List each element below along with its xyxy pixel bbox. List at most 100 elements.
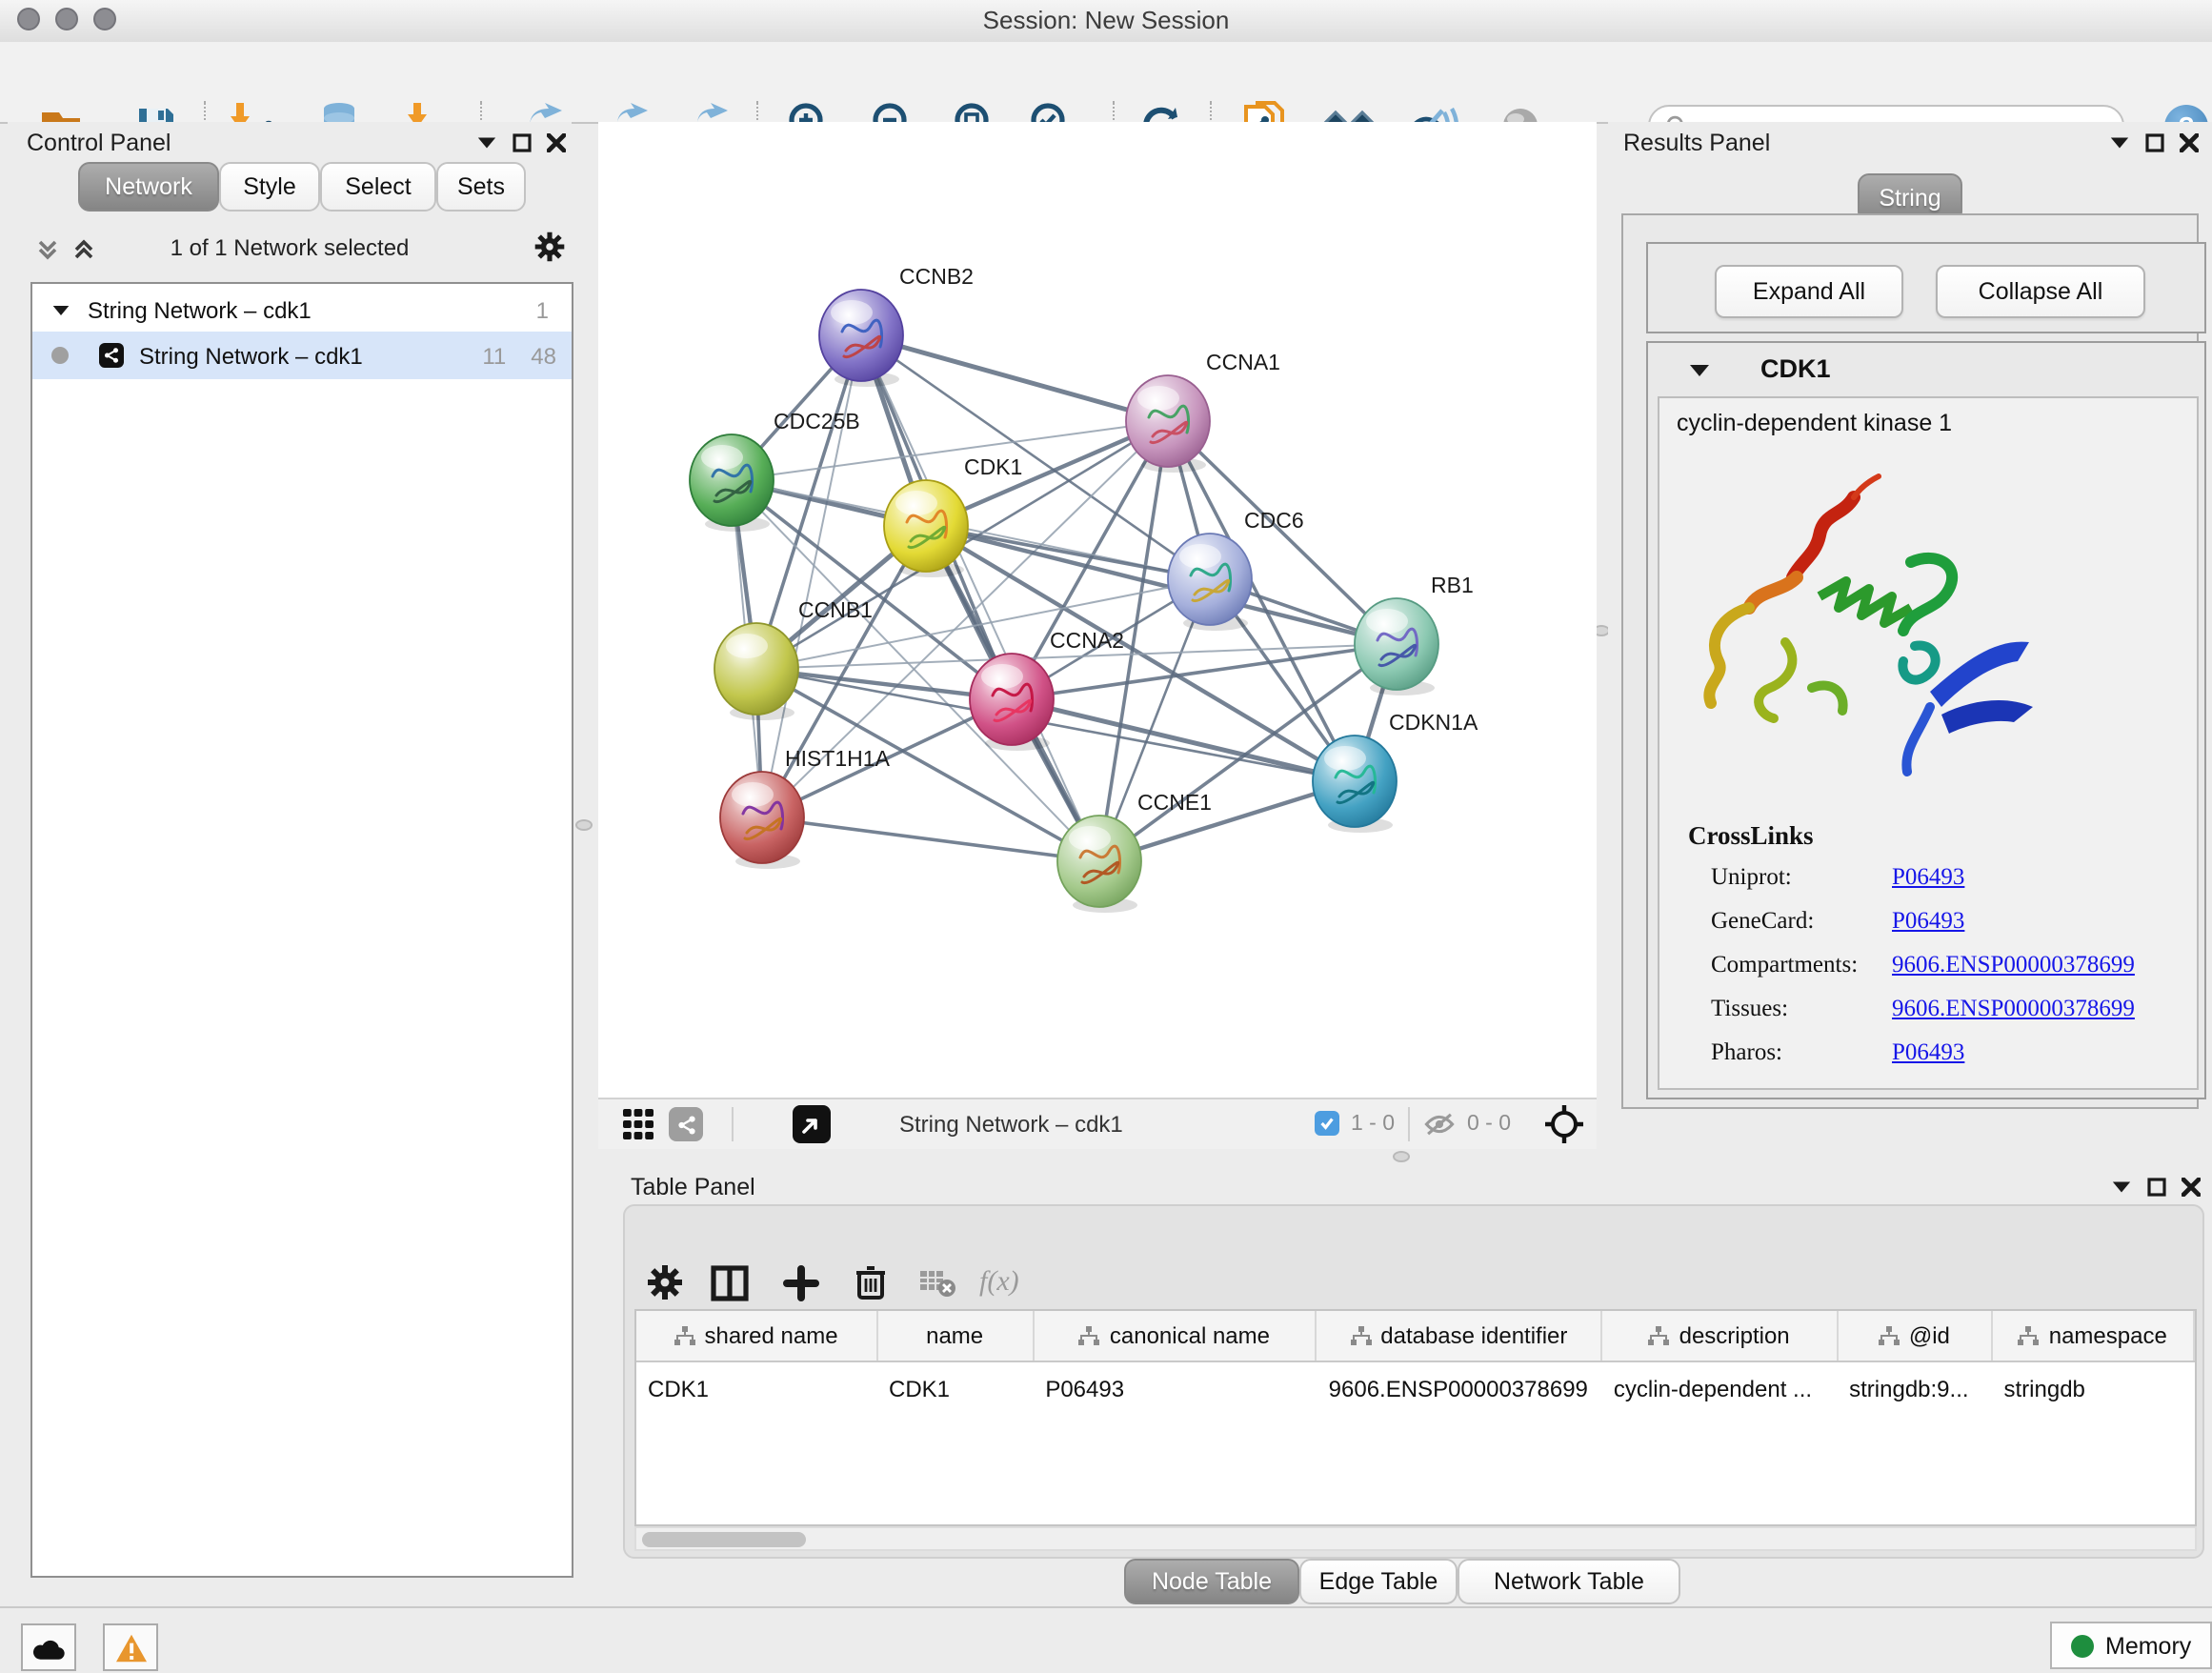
network-canvas[interactable]: CCNB2CCNA1CDC25BCDK1CDC6RB1CCNB1CCNA2CDK…: [598, 122, 1597, 1098]
tab-select[interactable]: Select: [320, 162, 436, 212]
column-type-icon: [1350, 1326, 1371, 1345]
footer-divider: [732, 1107, 734, 1141]
network-node-CCNB2[interactable]: [819, 290, 903, 387]
crosslink-label: Pharos:: [1711, 1038, 1892, 1067]
table-cell[interactable]: 9606.ENSP00000378699: [1317, 1362, 1602, 1414]
crosslinks-title: CrossLinks: [1688, 821, 1814, 852]
column-header-namespace[interactable]: namespace: [1993, 1311, 2195, 1361]
delete-column-icon[interactable]: [854, 1263, 888, 1301]
network-edge-CCNB2-CCNA1[interactable]: [861, 335, 1168, 421]
crosslink-value-link[interactable]: 9606.ENSP00000378699: [1892, 951, 2135, 979]
tab-node-table[interactable]: Node Table: [1124, 1559, 1299, 1604]
network-node-HIST1H1A[interactable]: [720, 772, 804, 869]
card-expander-icon[interactable]: [1688, 362, 1711, 379]
fit-selected-crosshair-icon[interactable]: [1543, 1103, 1585, 1145]
tree-expander-icon[interactable]: [51, 302, 70, 317]
birdseye-view-icon[interactable]: [793, 1105, 831, 1143]
network-node-CCNA1[interactable]: [1126, 375, 1210, 473]
network-node-CDC6[interactable]: [1168, 534, 1252, 631]
crosslink-row-genecard: GeneCard:P06493: [1711, 899, 2187, 943]
grid-view-icon[interactable]: [621, 1107, 655, 1141]
show-columns-icon[interactable]: [711, 1264, 749, 1300]
column-type-icon: [1879, 1326, 1900, 1345]
close-panel-icon[interactable]: [2180, 133, 2199, 152]
application-window: Session: New Session: [0, 0, 2212, 1671]
expand-collapse-bar: Expand All Collapse All: [1646, 242, 2206, 333]
panel-menu-icon[interactable]: [2109, 135, 2130, 151]
tab-edge-table[interactable]: Edge Table: [1299, 1559, 1458, 1604]
network-node-CDKN1A[interactable]: [1313, 736, 1397, 833]
node-label-CDC25B: CDC25B: [774, 409, 860, 433]
column-header--id[interactable]: @id: [1838, 1311, 1992, 1361]
network-collection-row[interactable]: String Network – cdk1 1: [32, 284, 572, 332]
selected-checkbox-icon[interactable]: [1315, 1111, 1339, 1136]
close-panel-icon[interactable]: [2182, 1178, 2201, 1197]
tab-network-table[interactable]: Network Table: [1458, 1559, 1680, 1604]
crosslink-value-link[interactable]: P06493: [1892, 1038, 1964, 1067]
node-label-CCNB1: CCNB1: [798, 597, 873, 622]
tab-sets[interactable]: Sets: [436, 162, 526, 212]
network-node-CCNE1[interactable]: [1057, 816, 1141, 913]
delete-table-icon[interactable]: [918, 1267, 956, 1298]
crosslink-value-link[interactable]: 9606.ENSP00000378699: [1892, 995, 2135, 1023]
network-node-CDC25B[interactable]: [690, 434, 774, 532]
table-options-gear-icon[interactable]: [646, 1263, 684, 1301]
add-column-icon[interactable]: [783, 1264, 819, 1300]
network-edge-HIST1H1A-CCNE1[interactable]: [762, 817, 1099, 861]
table-row[interactable]: CDK1CDK1P064939606.ENSP00000378699cyclin…: [636, 1362, 2195, 1414]
table-cell[interactable]: CDK1: [877, 1362, 1034, 1414]
table-cell[interactable]: P06493: [1034, 1362, 1317, 1414]
network-thumbnail-icon[interactable]: [669, 1107, 703, 1141]
table-horizontal-scrollbar[interactable]: [634, 1526, 2197, 1551]
cloud-status-button[interactable]: [21, 1623, 76, 1671]
memory-button[interactable]: Memory: [2050, 1622, 2212, 1669]
network-row[interactable]: String Network – cdk1 11 48: [32, 332, 572, 379]
crosslink-label: Uniprot:: [1711, 863, 1892, 892]
panel-menu-icon[interactable]: [2111, 1179, 2132, 1195]
network-node-RB1[interactable]: [1355, 598, 1438, 695]
float-panel-icon[interactable]: [2147, 1178, 2166, 1197]
column-header-shared-name[interactable]: shared name: [636, 1311, 877, 1361]
network-edge-CDK1-RB1[interactable]: [926, 526, 1397, 644]
float-panel-icon[interactable]: [2145, 133, 2164, 152]
network-edge-CCNB2-CCNE1[interactable]: [861, 335, 1099, 861]
crosslink-label: GeneCard:: [1711, 907, 1892, 936]
column-header-canonical-name[interactable]: canonical name: [1034, 1311, 1317, 1361]
table-cell[interactable]: CDK1: [636, 1362, 877, 1414]
warnings-button[interactable]: [103, 1623, 158, 1671]
panel-menu-icon[interactable]: [476, 135, 497, 151]
left-splitter-handle[interactable]: [575, 819, 593, 831]
window-title: Session: New Session: [0, 6, 2212, 34]
network-options-gear-icon[interactable]: [533, 231, 566, 263]
crosslink-label: Compartments:: [1711, 951, 1892, 979]
node-label-CCNE1: CCNE1: [1137, 790, 1212, 815]
node-result-card: CDK1 cyclin-dependent kinase 1: [1646, 341, 2206, 1099]
column-header-name[interactable]: name: [877, 1311, 1034, 1361]
table-cell[interactable]: cyclin-dependent ...: [1602, 1362, 1838, 1414]
table-cell[interactable]: stringdb:9...: [1838, 1362, 1992, 1414]
bottom-splitter-handle[interactable]: [1393, 1151, 1410, 1162]
expand-all-button[interactable]: Expand All: [1715, 265, 1903, 318]
hidden-eye-icon[interactable]: [1423, 1111, 1456, 1138]
crosslink-value-link[interactable]: P06493: [1892, 907, 1964, 936]
network-node-CCNA2[interactable]: [970, 654, 1054, 751]
collapse-all-button[interactable]: Collapse All: [1936, 265, 2145, 318]
tab-style[interactable]: Style: [219, 162, 320, 212]
network-view-toolbar: String Network – cdk1 1 - 0 0 - 0: [598, 1098, 1597, 1149]
column-header-database-identifier[interactable]: database identifier: [1317, 1311, 1602, 1361]
node-count: 11: [482, 342, 506, 369]
float-panel-icon[interactable]: [513, 133, 532, 152]
close-panel-icon[interactable]: [547, 133, 566, 152]
crosslink-value-link[interactable]: P06493: [1892, 863, 1964, 892]
scrollbar-thumb[interactable]: [642, 1532, 806, 1547]
tab-network[interactable]: Network: [78, 162, 219, 212]
table-body: CDK1CDK1P064939606.ENSP00000378699cyclin…: [636, 1362, 2195, 1414]
node-description: cyclin-dependent kinase 1: [1677, 410, 1952, 436]
status-bar: Memory: [0, 1606, 2212, 1673]
function-builder-icon[interactable]: f(x): [979, 1266, 1019, 1299]
string-results-container: Expand All Collapse All CDK1 cyclin-depe…: [1621, 213, 2199, 1109]
node-label-CDC6: CDC6: [1244, 508, 1304, 533]
node-label-RB1: RB1: [1431, 573, 1474, 597]
column-header-description[interactable]: description: [1602, 1311, 1838, 1361]
table-cell[interactable]: stringdb: [1993, 1362, 2196, 1414]
